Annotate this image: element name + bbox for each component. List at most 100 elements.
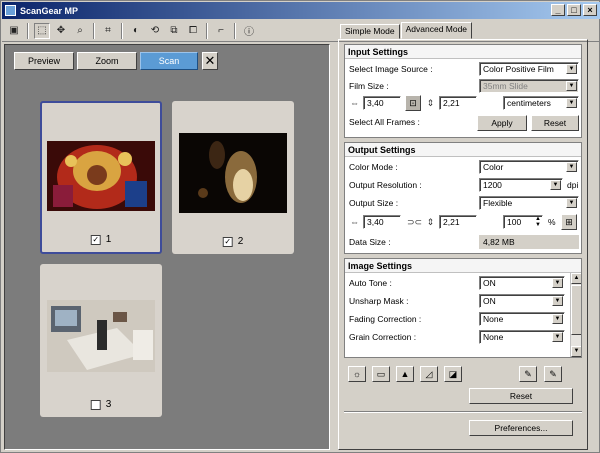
grain-correction-select[interactable]: None ▼ [479,330,565,344]
scrollbar-thumb[interactable] [571,285,581,335]
frame-3-thumbnail [47,300,155,372]
mirror-icon[interactable]: ◐ [128,23,144,39]
chevron-down-icon: ▼ [552,314,563,324]
apply-button[interactable]: Apply [477,115,527,131]
fading-correction-select[interactable]: None ▼ [479,312,565,326]
window-title: ScanGear MP [20,5,79,16]
scan-button[interactable]: Scan [140,52,198,70]
image-settings-section: Image Settings Auto Tone : ON ▼ Unsharp M… [344,258,582,358]
tab-advanced-mode[interactable]: Advanced Mode [400,22,473,39]
input-settings-section: Input Settings Select Image Source : Col… [344,44,582,138]
input-reset-button[interactable]: Reset [531,115,579,131]
film-frame-1[interactable]: ✓ 1 [40,101,162,254]
white-point-picker-icon[interactable]: ✎ [544,366,562,382]
output-width-field[interactable]: 3,40 [363,215,401,229]
output-size-select[interactable]: Flexible ▼ [479,196,579,210]
auto-crop-icon[interactable]: ⌗ [100,23,116,39]
input-width-field[interactable]: 3,40 [363,96,401,110]
output-resolution-value: 1200 [483,180,502,190]
width-icon: ⇔ [350,217,359,227]
frame-2-number: 2 [237,236,244,247]
clear-frame-icon[interactable]: ⧠ [185,23,201,39]
advanced-mode-body: Input Settings Select Image Source : Col… [338,39,588,450]
scale-spin-icon[interactable]: ▲ ▼ [535,216,541,228]
scroll-up-icon[interactable]: ▲ [571,273,581,284]
frame-3-number: 3 [105,399,112,410]
frame-3-checkbox[interactable] [90,399,101,410]
auto-tone-select[interactable]: ON ▼ [479,276,565,290]
histogram-icon[interactable]: ▲ [396,366,414,382]
rotate-icon[interactable]: ⟲ [147,23,163,39]
chevron-down-icon: ▼ [566,162,577,172]
unsharp-mask-select[interactable]: ON ▼ [479,294,565,308]
width-icon: ⇔ [350,98,359,108]
unit-select[interactable]: centimeters ▼ [503,96,579,110]
frame-1-checkbox[interactable]: ✓ [90,234,101,245]
image-settings-scrollbar[interactable]: ▲ ▼ [570,273,581,357]
film-frame-2[interactable]: ✓ 2 [172,101,294,254]
maximize-button[interactable]: □ [567,4,581,16]
image-source-label: Select Image Source : [349,64,433,74]
color-mode-label: Color Mode : [349,162,398,172]
chevron-down-icon: ▼ [550,180,561,190]
info-icon[interactable]: ⓘ [241,23,257,39]
image-source-value: Color Positive Film [483,64,554,74]
reset-button[interactable]: Reset [469,388,573,404]
tone-curve-icon[interactable]: ◿ [420,366,438,382]
frame-2-check[interactable]: ✓ 2 [222,236,244,247]
chevron-down-icon: ▼ [566,64,577,74]
final-review-icon[interactable]: ◪ [444,366,462,382]
thumbnail-view-icon[interactable]: ▣ [6,23,22,39]
grain-correction-label: Grain Correction : [349,332,417,342]
app-icon [5,5,16,16]
output-resolution-label: Output Resolution : [349,180,422,190]
scroll-down-icon[interactable]: ▼ [571,346,581,357]
scale-field[interactable]: 100 ▲ ▼ [503,215,543,229]
zoom-icon[interactable]: ⌕ [72,23,88,39]
crop-icon[interactable]: ⬚ [34,22,50,39]
link-aspect-icon[interactable]: ⊃⊂ [407,217,422,228]
frame-1-number: 1 [105,234,112,245]
film-size-value: 35mm Slide [483,81,528,91]
image-source-select[interactable]: Color Positive Film ▼ [479,62,579,76]
output-height-field[interactable]: 2,21 [439,215,477,229]
input-height-field[interactable]: 2,21 [439,96,477,110]
black-point-picker-icon[interactable]: ✎ [519,366,537,382]
output-resolution-select[interactable]: 1200 ▼ [479,178,563,192]
auto-tone-label: Auto Tone : [349,278,392,288]
frame-1-check[interactable]: ✓ 1 [90,234,112,245]
ruler-icon[interactable]: ⌐ [213,23,229,39]
saturation-icon[interactable]: ▭ [372,366,390,382]
auto-tone-value: ON [483,278,496,288]
chevron-down-icon: ▼ [552,332,563,342]
film-frame-3[interactable]: 3 [40,264,162,417]
frame-3-check[interactable]: 3 [90,399,112,410]
settings-panel: Simple Mode Advanced Mode Input Settings… [334,22,596,450]
data-size-label: Data Size : [349,237,391,247]
close-window-button[interactable]: × [583,4,597,16]
minimize-button[interactable]: _ [551,4,565,16]
move-icon[interactable]: ✥ [53,23,69,39]
film-size-select: 35mm Slide ▼ [479,79,579,93]
zoom-button[interactable]: Zoom [77,52,137,70]
grid-size-icon[interactable]: ⊞ [561,214,577,230]
frame-2-checkbox[interactable]: ✓ [222,236,233,247]
fading-correction-value: None [483,314,504,324]
output-settings-section: Output Settings Color Mode : Color ▼ Outp… [344,142,582,254]
color-mode-select[interactable]: Color ▼ [479,160,579,174]
copy-frame-icon[interactable]: ⧉ [166,23,182,39]
input-settings-title: Input Settings [345,45,581,59]
aspect-lock-icon[interactable]: ⊡ [405,95,421,111]
scale-value: 100 [507,217,522,227]
chevron-down-icon: ▼ [566,198,577,208]
preview-button[interactable]: Preview [14,52,74,70]
output-size-value: Flexible [483,198,513,208]
cancel-preview-button[interactable]: ✕ [202,52,218,70]
height-icon: ⇕ [426,217,435,227]
divider [344,411,582,413]
brightness-icon[interactable]: ☼ [348,366,366,382]
tab-simple-mode[interactable]: Simple Mode [340,24,400,39]
output-settings-title: Output Settings [345,143,581,157]
height-icon: ⇕ [426,98,435,108]
preferences-button[interactable]: Preferences... [469,420,573,436]
